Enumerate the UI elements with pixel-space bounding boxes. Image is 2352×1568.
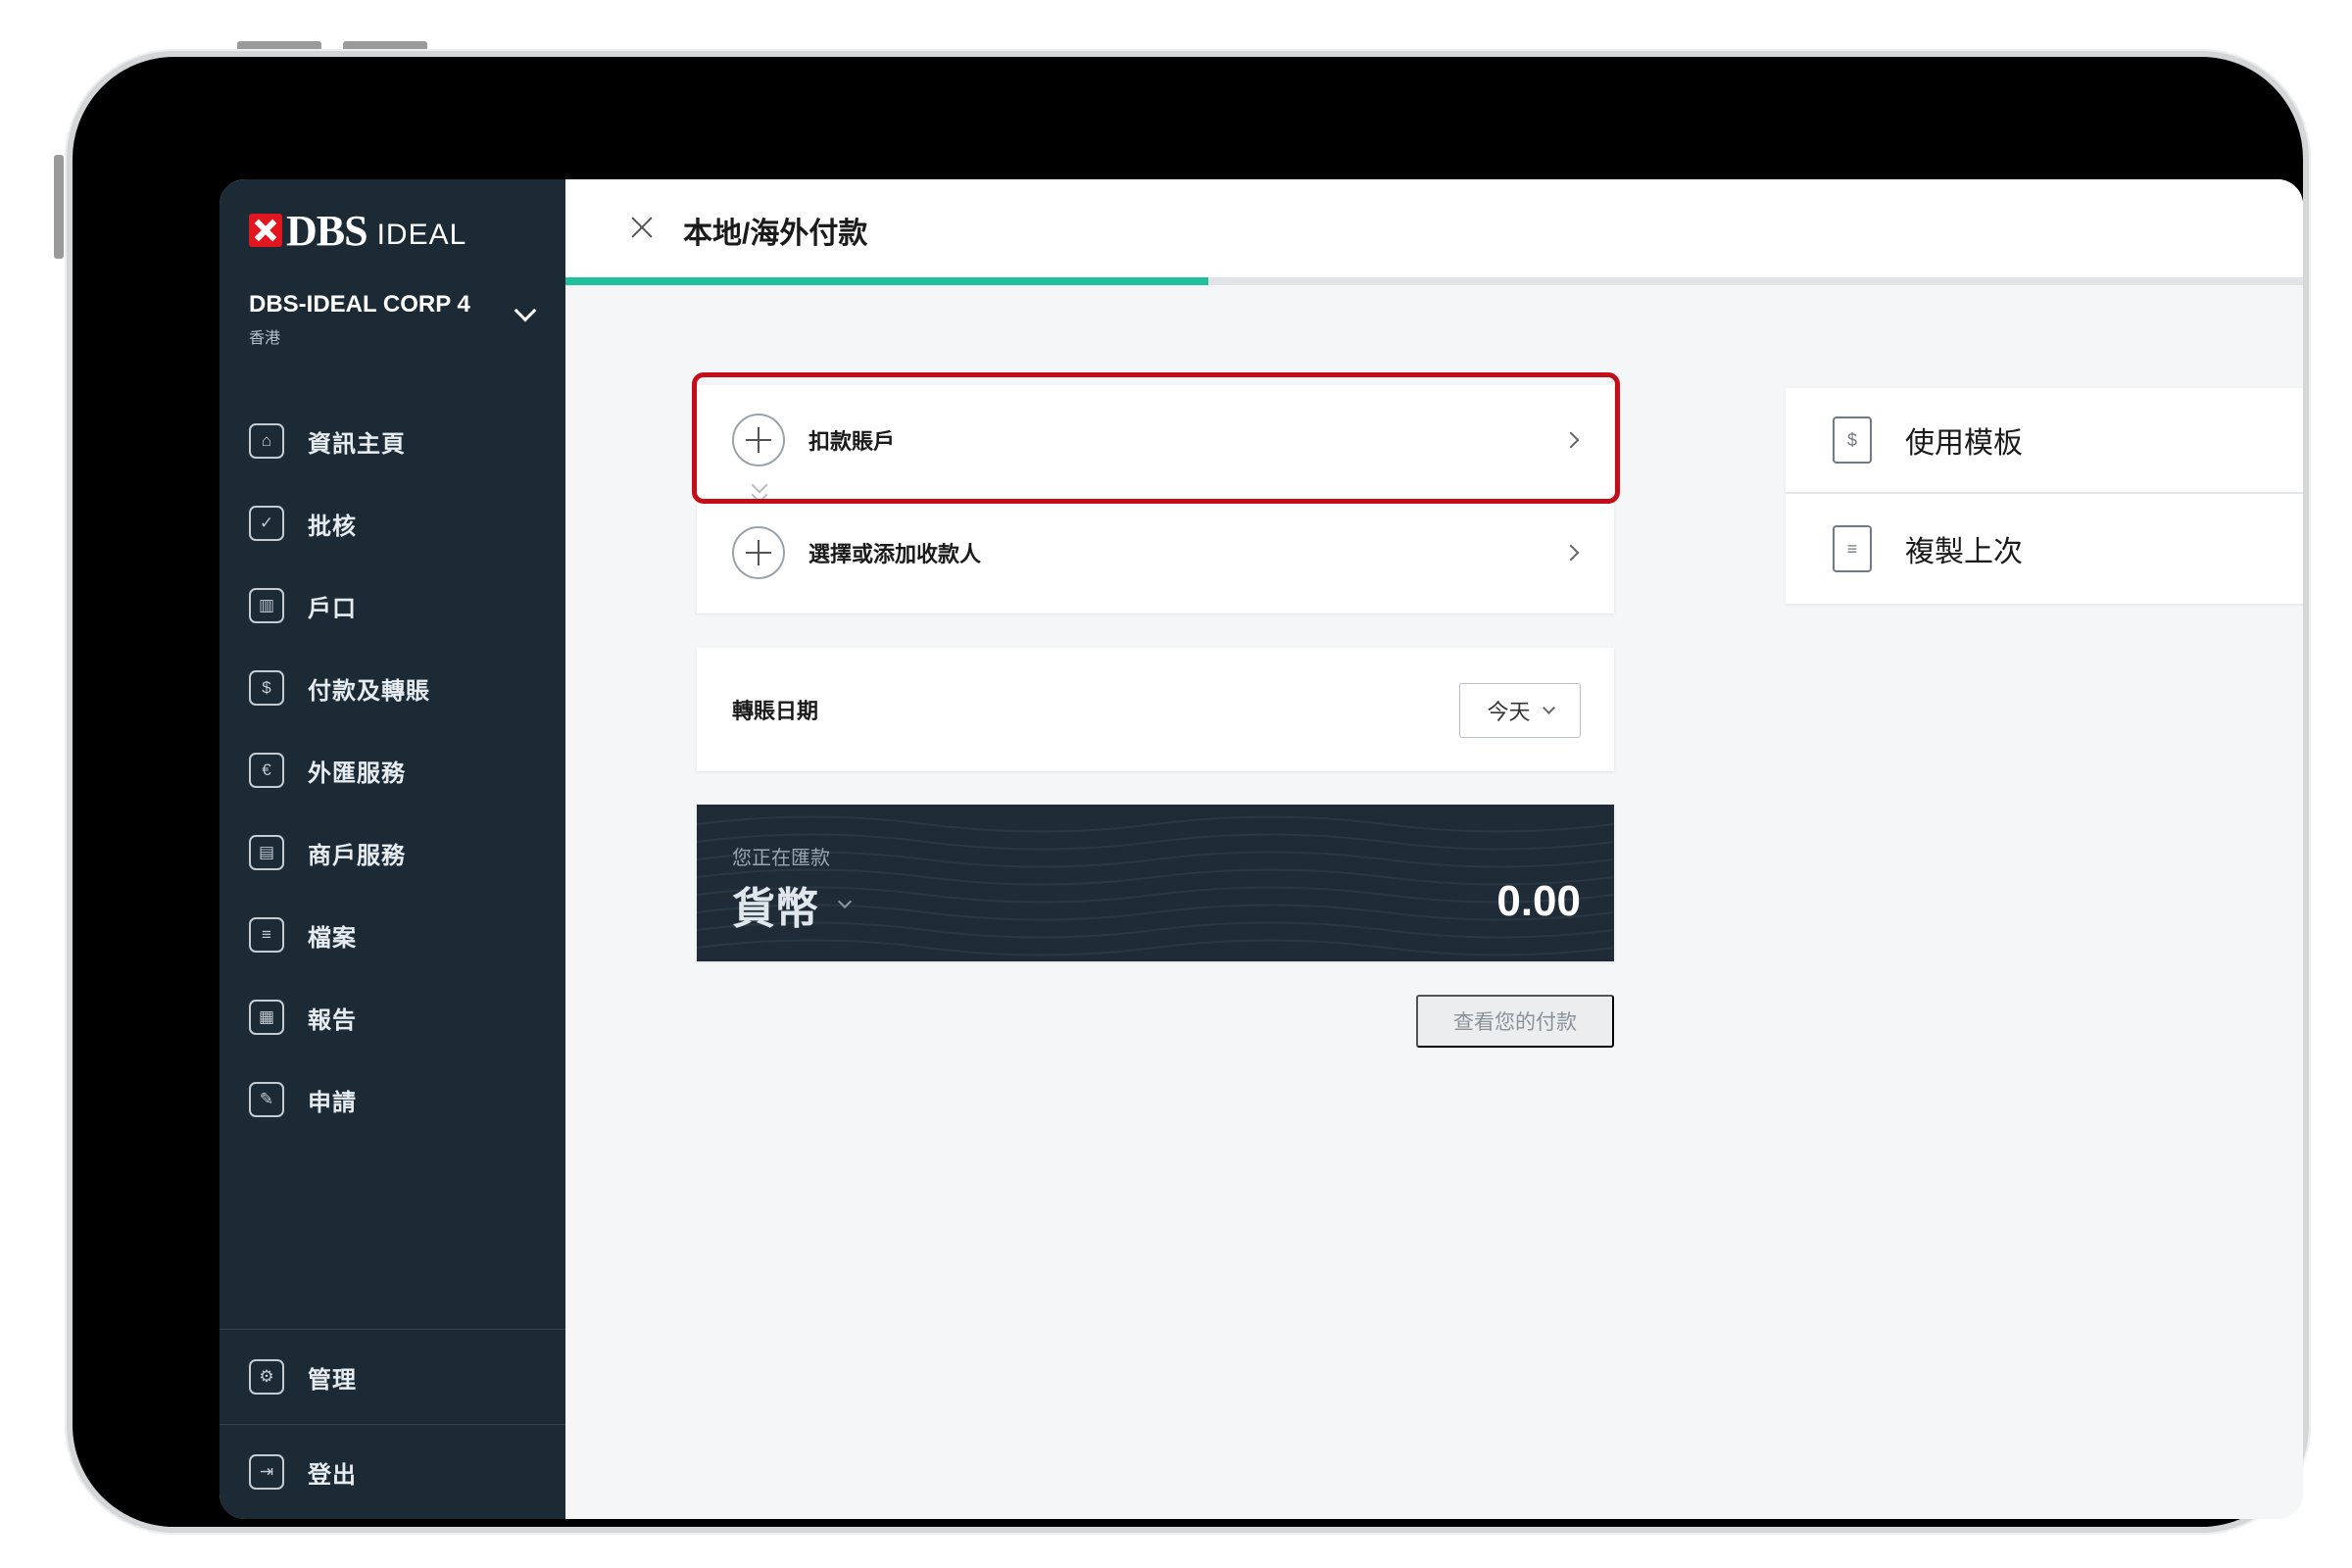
transfer-date-value: 今天 <box>1487 700 1531 724</box>
chevron-right-icon <box>1562 431 1580 449</box>
sidebar-item-accounts[interactable]: ▥ 戶口 <box>220 564 565 647</box>
file-icon: ≡ <box>249 917 284 953</box>
approval-icon: ✓ <box>249 506 284 541</box>
sidebar-item-dashboard[interactable]: ⌂ 資訊主頁 <box>220 400 565 482</box>
sidebar-item-label: 檔案 <box>308 924 357 952</box>
brand-sub: IDEAL <box>376 219 467 251</box>
progress-fill <box>565 277 1208 285</box>
sidebar: DBS IDEAL DBS-IDEAL CORP 4 香港 ⌂ 資訊主頁 ✓ 批… <box>220 179 565 1519</box>
amount-input[interactable]: 0.00 <box>1496 877 1581 926</box>
currency-selector[interactable]: 貨幣 <box>732 873 853 936</box>
sidebar-item-label: 資訊主頁 <box>308 430 406 458</box>
quick-actions-card: $ 使用模板 ≡ 複製上次 <box>1786 388 2303 604</box>
plus-icon <box>732 526 785 579</box>
sidebar-item-label: 批核 <box>308 513 357 540</box>
sidebar-item-label: 外匯服務 <box>308 760 406 787</box>
payee-label: 選擇或添加收款人 <box>808 542 982 566</box>
sidebar-item-label: 戶口 <box>308 595 357 622</box>
logout-icon: ⇥ <box>249 1454 284 1490</box>
device-volume-button <box>237 41 321 51</box>
sidebar-item-label: 登出 <box>308 1461 357 1489</box>
transfer-date-card: 轉賬日期 今天 <box>697 648 1614 771</box>
close-icon[interactable] <box>624 211 660 246</box>
debit-account-label: 扣款賬戶 <box>808 429 896 454</box>
sidebar-item-label: 付款及轉賬 <box>308 677 430 705</box>
currency-label: 貨幣 <box>732 885 818 933</box>
dbs-logo[interactable]: DBS IDEAL <box>249 205 466 256</box>
sidebar-item-fx[interactable]: € 外匯服務 <box>220 729 565 811</box>
copy-last-row[interactable]: ≡ 複製上次 <box>1786 496 2303 602</box>
sidebar-item-merchant[interactable]: ▤ 商戶服務 <box>220 811 565 894</box>
device-power-button <box>54 155 64 259</box>
sidebar-bottom: ⚙ 管理 ⇥ 登出 <box>220 1329 565 1519</box>
copy-last-label: 複製上次 <box>1905 536 2023 568</box>
chevron-right-icon <box>1562 544 1580 562</box>
sidebar-item-applications[interactable]: ✎ 申請 <box>220 1058 565 1141</box>
screen: DBS IDEAL DBS-IDEAL CORP 4 香港 ⌂ 資訊主頁 ✓ 批… <box>220 179 2303 1519</box>
sidebar-item-label: 申請 <box>308 1089 357 1116</box>
sidebar-item-payments[interactable]: $ 付款及轉賬 <box>220 647 565 729</box>
debit-account-row[interactable]: 扣款賬戶 <box>697 385 1614 495</box>
payment-parties-card: 扣款賬戶 選擇或添加收款人 <box>697 385 1614 613</box>
chevron-down-icon <box>1542 701 1555 714</box>
merchant-icon: ▤ <box>249 835 284 870</box>
home-icon: ⌂ <box>249 423 284 459</box>
template-document-icon: $ <box>1833 416 1872 464</box>
view-payments-button[interactable]: 查看您的付款 <box>1416 995 1614 1048</box>
organization-region: 香港 <box>249 330 281 347</box>
clipboard-icon: ≡ <box>1833 525 1872 572</box>
use-template-label: 使用模板 <box>1905 427 2023 460</box>
sidebar-item-admin[interactable]: ⚙ 管理 <box>220 1329 565 1424</box>
transfer-date-select[interactable]: 今天 <box>1459 683 1581 738</box>
organization-name: DBS-IDEAL CORP 4 <box>249 291 470 318</box>
sidebar-item-label: 管理 <box>308 1366 357 1394</box>
sidebar-item-label: 報告 <box>308 1006 357 1034</box>
page-title: 本地/海外付款 <box>683 218 868 250</box>
brand-name: DBS <box>286 206 368 255</box>
device-volume-button <box>343 41 427 51</box>
sidebar-item-approval[interactable]: ✓ 批核 <box>220 482 565 564</box>
payee-row[interactable]: 選擇或添加收款人 <box>697 498 1614 608</box>
page-header: 本地/海外付款 <box>565 179 2303 277</box>
transfer-date-label: 轉賬日期 <box>732 699 819 723</box>
sidebar-item-label: 商戶服務 <box>308 842 406 869</box>
amount-card: 您正在匯款 貨幣 0.00 <box>697 805 1614 961</box>
chevron-down-icon <box>837 894 853 909</box>
use-template-row[interactable]: $ 使用模板 <box>1786 388 2303 494</box>
sidebar-item-logout[interactable]: ⇥ 登出 <box>220 1424 565 1519</box>
plus-icon <box>732 414 785 466</box>
report-icon: ▦ <box>249 1000 284 1035</box>
transfer-icon: $ <box>249 670 284 706</box>
dbs-logo-mark-icon <box>249 214 282 247</box>
tablet-frame: DBS IDEAL DBS-IDEAL CORP 4 香港 ⌂ 資訊主頁 ✓ 批… <box>67 51 2309 1533</box>
amount-caption: 您正在匯款 <box>732 848 830 869</box>
gear-icon: ⚙ <box>249 1359 284 1395</box>
application-icon: ✎ <box>249 1082 284 1117</box>
fx-icon: € <box>249 753 284 788</box>
sidebar-nav: ⌂ 資訊主頁 ✓ 批核 ▥ 戶口 $ 付款及轉賬 € 外匯服務 ▤ 商戶服務 ≡… <box>220 400 565 1141</box>
sidebar-item-files[interactable]: ≡ 檔案 <box>220 894 565 976</box>
sidebar-item-reports[interactable]: ▦ 報告 <box>220 976 565 1058</box>
organization-selector[interactable]: DBS-IDEAL CORP 4 香港 <box>249 291 543 348</box>
main-content: 本地/海外付款 扣款賬戶 選擇或添加收款人 轉賬日期 今天 您正在匯款 貨幣 0… <box>565 179 2303 1519</box>
bank-icon: ▥ <box>249 588 284 623</box>
